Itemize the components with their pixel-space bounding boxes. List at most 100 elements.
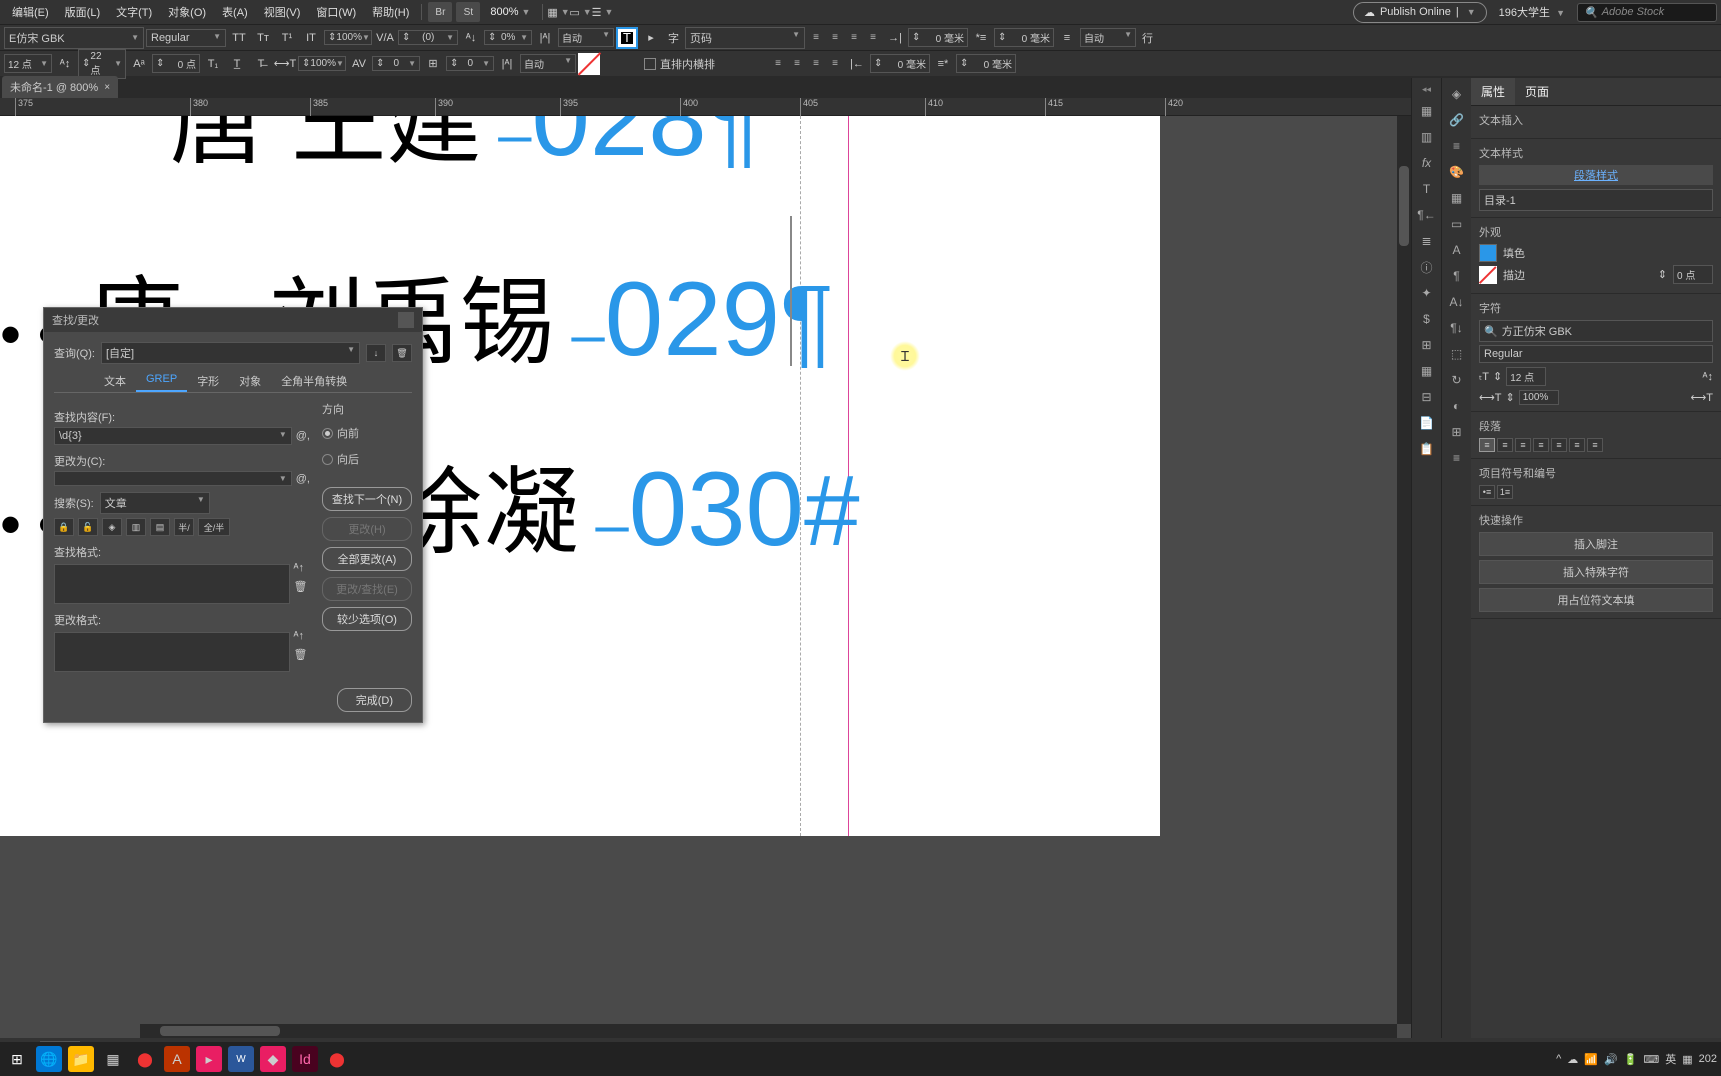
edge-browser-icon[interactable]: 🌐 (36, 1046, 62, 1072)
valign-icon[interactable]: ≡ (807, 57, 825, 71)
findchange-tab-text[interactable]: 文本 (94, 370, 136, 392)
panel-layers-icon[interactable]: ◈ (1447, 84, 1467, 104)
include-master-icon[interactable]: ▥ (126, 518, 146, 536)
width-full-icon[interactable]: 全/半 (198, 518, 230, 536)
hscale-input[interactable]: ⇕100%▼ (298, 56, 346, 71)
panel-story-icon[interactable]: ⊞ (1417, 335, 1437, 355)
underline-icon[interactable]: T̲ (226, 54, 248, 74)
subscript-icon[interactable]: T₁ (202, 54, 224, 74)
panel-transform-icon[interactable]: ⊞ (1447, 422, 1467, 442)
keyboard-icon[interactable]: ▦ (1682, 1053, 1692, 1066)
menu-table[interactable]: 表(A) (214, 0, 256, 24)
include-locked-stories-icon[interactable]: 🔓 (78, 518, 98, 536)
panel-textframe-icon[interactable]: 📄 (1417, 413, 1437, 433)
menu-edit[interactable]: 编辑(E) (4, 0, 57, 24)
specify-find-format-icon[interactable]: ᴬ↑ (294, 562, 308, 574)
word-icon[interactable]: W (228, 1046, 254, 1072)
panel-para-mark-icon[interactable]: ¶ (1447, 266, 1467, 286)
panel-stroke-icon[interactable]: ≡ (1447, 136, 1467, 156)
app-icon[interactable]: ▦ (100, 1046, 126, 1072)
pink-app-icon[interactable]: ▸ (196, 1046, 222, 1072)
panel-links-icon[interactable]: ▦ (1417, 101, 1437, 121)
change-to-input[interactable]: ▼ (54, 471, 292, 486)
record-icon[interactable]: ⬤ (132, 1046, 158, 1072)
para-align-left[interactable]: ≡ (1479, 438, 1495, 452)
file-explorer-icon[interactable]: 📁 (68, 1046, 94, 1072)
leading-input[interactable]: ⇕22 点▼ (78, 49, 126, 79)
change-find-button[interactable]: 更改/查找(E) (322, 577, 412, 601)
specify-change-format-icon[interactable]: ᴬ↑ (294, 630, 308, 642)
auto-dropdown-1[interactable]: 自动▼ (558, 28, 614, 47)
aki-input[interactable]: ⇕0▼ (446, 56, 494, 71)
panel-paragraph-icon[interactable]: ¶← (1417, 205, 1437, 225)
align-left-icon[interactable]: ≡ (807, 31, 825, 45)
ime-icon[interactable]: ⌨ (1643, 1053, 1659, 1066)
onedrive-icon[interactable]: ☁ (1567, 1053, 1578, 1066)
para-justify-all[interactable]: ≡ (1587, 438, 1603, 452)
panel-pathfinder-icon[interactable]: ◐ (1447, 396, 1467, 416)
panel-object-icon[interactable]: ✦ (1417, 283, 1437, 303)
panel-textwrap-icon[interactable]: ↻ (1447, 370, 1467, 390)
workspace-dropdown[interactable]: 196大学生 ▼ (1491, 2, 1573, 22)
font-style-input[interactable]: Regular (1479, 345, 1713, 363)
findchange-tab-object[interactable]: 对象 (229, 370, 271, 392)
delete-query-icon[interactable]: 🗑 (392, 344, 412, 362)
dialog-close-button[interactable] (398, 312, 414, 328)
stock-search-input[interactable]: 🔍 Adobe Stock (1577, 3, 1717, 22)
menu-type[interactable]: 文字(T) (108, 0, 160, 24)
vscale-input[interactable]: ⇕100%▼ (324, 30, 372, 45)
panel-align-icon[interactable]: ≣ (1417, 231, 1437, 251)
fill-placeholder-button[interactable]: 用占位符文本填 (1479, 588, 1713, 612)
done-button[interactable]: 完成(D) (337, 688, 412, 712)
panel-type-tool-icon[interactable]: T (1417, 179, 1437, 199)
special-char-menu[interactable]: @, (296, 430, 310, 442)
include-locked-icon[interactable]: 🔒 (54, 518, 74, 536)
width-half-icon[interactable]: 半/ (174, 518, 194, 536)
bridge-icon[interactable]: Br (428, 2, 452, 22)
panel-pages-icon[interactable]: ▥ (1417, 127, 1437, 147)
align-justify-icon[interactable]: ≡ (864, 31, 882, 45)
menu-help[interactable]: 帮助(H) (364, 0, 417, 24)
findchange-tab-transliterate[interactable]: 全角半角转换 (271, 370, 357, 392)
tsume-input[interactable]: ⇕0%▼ (484, 30, 532, 45)
para-justify-left[interactable]: ≡ (1533, 438, 1549, 452)
change-button[interactable]: 更改(H) (322, 517, 412, 541)
change-format-box[interactable] (54, 632, 290, 672)
view-options-icon[interactable]: ▦▼ (547, 2, 569, 22)
vertical-scrollbar[interactable] (1397, 116, 1411, 1024)
panel-char-a-icon[interactable]: A (1447, 240, 1467, 260)
fill-swatch[interactable] (1479, 244, 1497, 262)
start-menu-icon[interactable]: ⊞ (4, 1046, 30, 1072)
include-footnotes-icon[interactable]: ▤ (150, 518, 170, 536)
font-style-dropdown[interactable]: Regular▼ (146, 29, 226, 47)
wifi-icon[interactable]: 📶 (1584, 1053, 1598, 1066)
tracking-input[interactable]: ⇕0▼ (372, 56, 420, 71)
tt-caps-icon[interactable]: TT (228, 28, 250, 48)
kerning-input[interactable]: ⇕(0)▼ (398, 30, 458, 45)
volume-icon[interactable]: 🔊 (1604, 1053, 1618, 1066)
stroke-swatch[interactable] (1479, 266, 1497, 284)
scrollbar-thumb[interactable] (1399, 166, 1409, 246)
horizontal-scrollbar[interactable] (140, 1024, 1397, 1038)
acrobat-icon[interactable]: A (164, 1046, 190, 1072)
include-hidden-icon[interactable]: ◈ (102, 518, 122, 536)
lastline-indent-input[interactable]: ⇕0 毫米 (956, 54, 1016, 73)
auto-dropdown-2[interactable]: 自动▼ (1080, 28, 1136, 47)
firstline-indent-input[interactable]: ⇕0 毫米 (994, 28, 1054, 47)
indesign-icon[interactable]: Id (292, 1046, 318, 1072)
publish-online-button[interactable]: ☁ Publish Online |▼ (1353, 2, 1487, 23)
para-align-right[interactable]: ≡ (1515, 438, 1531, 452)
panel-swatches-icon[interactable]: ▦ (1447, 188, 1467, 208)
numbering-icon[interactable]: 1≡ (1497, 485, 1513, 499)
auto-dropdown-3[interactable]: 自动▼ (520, 54, 576, 73)
panel-fx-icon[interactable]: fx (1417, 153, 1437, 173)
document-tab[interactable]: 未命名-1 @ 800% × (2, 76, 118, 98)
para-justify-center[interactable]: ≡ (1551, 438, 1567, 452)
panel-glyphs-icon[interactable]: $ (1417, 309, 1437, 329)
zoom-level[interactable]: 800%▼ (482, 6, 538, 18)
findchange-tab-glyph[interactable]: 字形 (187, 370, 229, 392)
battery-icon[interactable]: 🔋 (1624, 1053, 1638, 1066)
font-size-input-2[interactable]: 12 点 (1506, 367, 1546, 386)
dialog-titlebar[interactable]: 查找/更改 (44, 308, 422, 332)
pageno-dropdown[interactable]: 页码▼ (685, 27, 805, 49)
